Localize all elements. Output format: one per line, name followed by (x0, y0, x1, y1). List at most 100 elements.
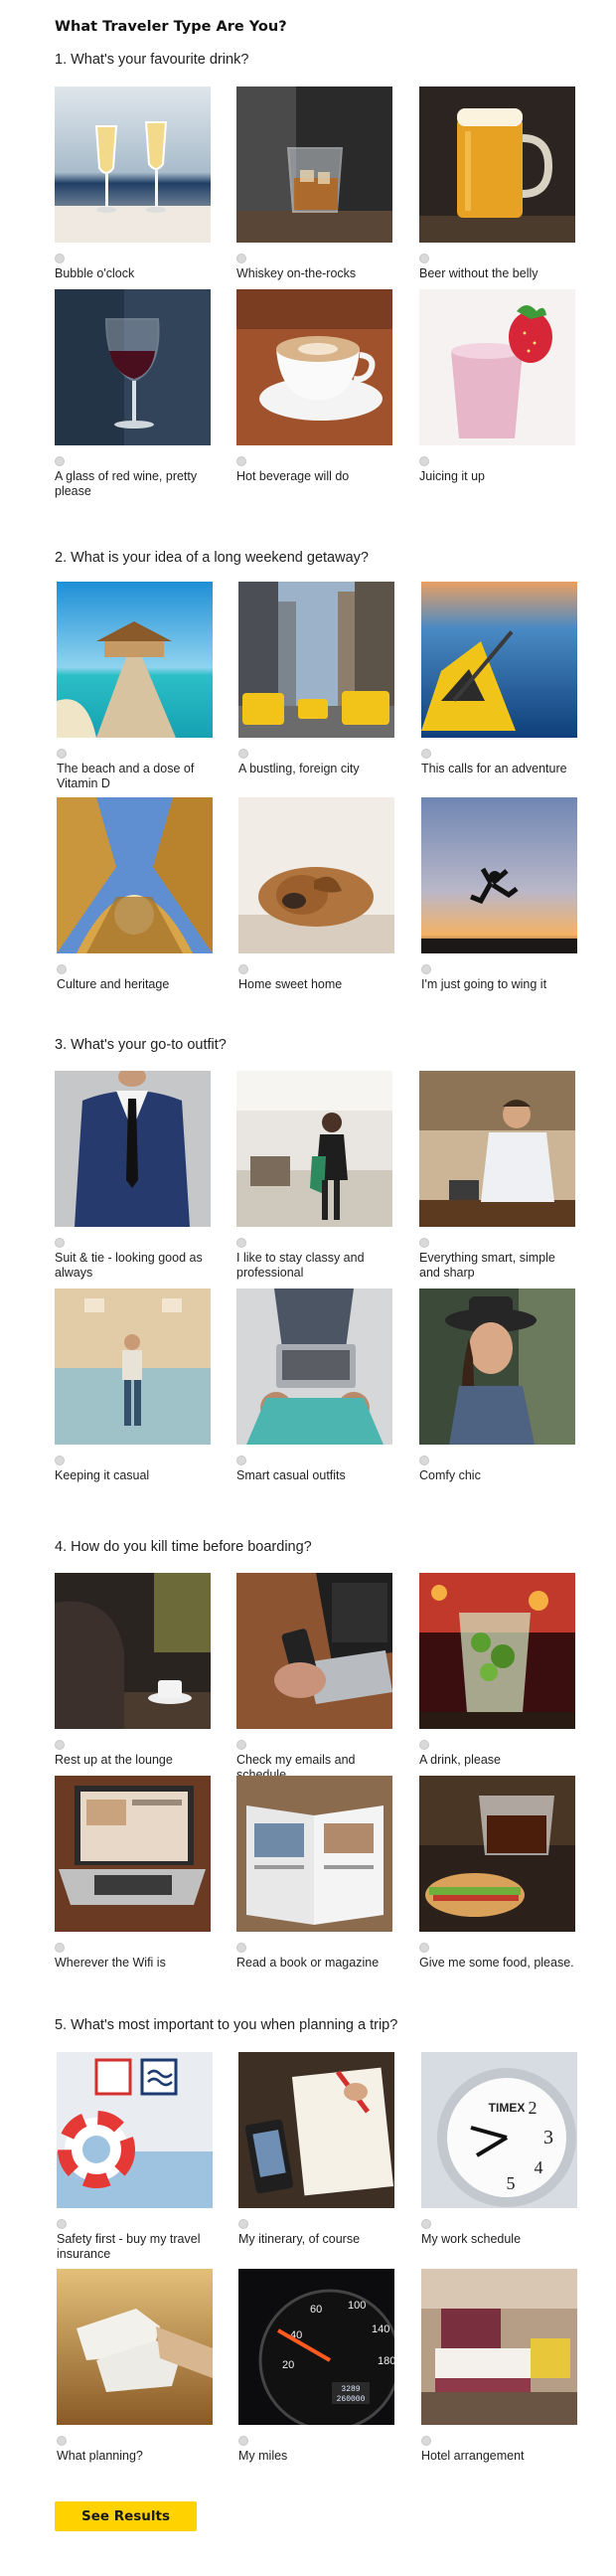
radio-itinerary[interactable] (238, 2219, 248, 2229)
radio-home[interactable] (238, 964, 248, 974)
option-safety[interactable]: Safety first - buy my travel insurance (57, 2052, 214, 2262)
svg-text:20: 20 (282, 2359, 294, 2371)
mojito-icon (419, 1573, 575, 1729)
option-hotel[interactable]: Hotel arrangement (421, 2269, 578, 2464)
question-5-title: 5. What's most important to you when pla… (55, 2017, 398, 2033)
suit-icon (55, 1071, 211, 1227)
option-label: I'm just going to wing it (421, 977, 547, 991)
radio-hot-beverage[interactable] (236, 456, 246, 466)
notebook-icon (238, 2052, 394, 2208)
radio-work[interactable] (421, 2219, 431, 2229)
option-beach[interactable]: The beach and a dose of Vitamin D (57, 582, 214, 791)
office-woman-icon (236, 1071, 392, 1227)
radio-lounge[interactable] (55, 1740, 65, 1750)
lounge-coffee-icon (55, 1573, 211, 1729)
question-2-title: 2. What is your idea of a long weekend g… (55, 550, 369, 566)
option-emails[interactable]: Check my emails and schedule (236, 1573, 393, 1783)
option-label: Hotel arrangement (421, 2449, 525, 2463)
radio-wing-it[interactable] (421, 964, 431, 974)
option-whiskey[interactable]: Whiskey on-the-rocks (236, 86, 393, 281)
sleeping-dog-icon (238, 797, 394, 953)
option-what-planning[interactable]: What planning? (57, 2269, 214, 2464)
option-home[interactable]: Home sweet home (238, 797, 395, 992)
option-smart[interactable]: Everything smart, simple and sharp (419, 1071, 576, 1281)
beer-mug-icon (419, 86, 575, 243)
svg-text:2: 2 (529, 2098, 538, 2118)
radio-bubble[interactable] (55, 254, 65, 263)
option-label: I like to stay classy and professional (236, 1251, 365, 1280)
radio-comfy[interactable] (419, 1456, 429, 1465)
radio-city[interactable] (238, 749, 248, 759)
lifebuoy-icon (57, 2052, 213, 2208)
option-label: Keeping it casual (55, 1468, 150, 1482)
question-3-title: 3. What's your go-to outfit? (55, 1037, 227, 1053)
option-hot-beverage[interactable]: Hot beverage will do (236, 289, 393, 484)
whiskey-glass-icon (236, 86, 392, 243)
smoothie-icon (419, 289, 575, 445)
option-label: Wherever the Wifi is (55, 1956, 166, 1970)
option-bubble[interactable]: Bubble o'clock (55, 86, 212, 281)
option-wine[interactable]: A glass of red wine, pretty please (55, 289, 212, 499)
hat-woman-icon (419, 1288, 575, 1445)
option-work[interactable]: TIMEX 3 4 5 2 My work schedule (421, 2052, 578, 2247)
radio-food[interactable] (419, 1943, 429, 1953)
radio-hotel[interactable] (421, 2436, 431, 2446)
option-city[interactable]: A bustling, foreign city (238, 582, 395, 776)
radio-read[interactable] (236, 1943, 246, 1953)
radio-casual[interactable] (55, 1456, 65, 1465)
radio-wine[interactable] (55, 456, 65, 466)
radio-adventure[interactable] (421, 749, 431, 759)
option-label: Juicing it up (419, 469, 486, 483)
hotel-room-icon (421, 2269, 577, 2425)
radio-juicing[interactable] (419, 456, 429, 466)
city-street-icon (238, 582, 394, 738)
option-label: Culture and heritage (57, 977, 170, 991)
radio-smart-casual[interactable] (236, 1456, 246, 1465)
option-read[interactable]: Read a book or magazine (236, 1776, 393, 1971)
option-label: Everything smart, simple and sharp (419, 1251, 555, 1280)
option-classy[interactable]: I like to stay classy and professional (236, 1071, 393, 1281)
sandwich-coffee-icon (419, 1776, 575, 1932)
radio-culture[interactable] (57, 964, 67, 974)
option-food[interactable]: Give me some food, please. (419, 1776, 576, 1971)
option-label: The beach and a dose of Vitamin D (57, 762, 195, 790)
option-label: Whiskey on-the-rocks (236, 266, 357, 280)
radio-beach[interactable] (57, 749, 67, 759)
radio-wifi[interactable] (55, 1943, 65, 1953)
laptop-icon (55, 1776, 211, 1932)
option-lounge[interactable]: Rest up at the lounge (55, 1573, 212, 1768)
clock-brand: TIMEX (489, 2101, 526, 2115)
radio-drink[interactable] (419, 1740, 429, 1750)
option-itinerary[interactable]: My itinerary, of course (238, 2052, 395, 2247)
see-results-button[interactable]: See Results (55, 2501, 197, 2531)
phone-laptop-icon (236, 1573, 392, 1729)
option-smart-casual[interactable]: Smart casual outfits (236, 1288, 393, 1483)
option-label: Read a book or magazine (236, 1956, 380, 1970)
radio-safety[interactable] (57, 2219, 67, 2229)
radio-beer[interactable] (419, 254, 429, 263)
radio-what-planning[interactable] (57, 2436, 67, 2446)
laptop-lap-icon (236, 1288, 392, 1445)
odometer-bottom: 260000 (337, 2395, 366, 2404)
radio-emails[interactable] (236, 1740, 246, 1750)
option-suit[interactable]: Suit & tie - looking good as always (55, 1071, 212, 1281)
option-adventure[interactable]: This calls for an adventure (421, 582, 578, 776)
svg-text:5: 5 (507, 2173, 516, 2193)
option-comfy[interactable]: Comfy chic (419, 1288, 576, 1483)
radio-whiskey[interactable] (236, 254, 246, 263)
option-beer[interactable]: Beer without the belly (419, 86, 576, 281)
svg-text:180: 180 (378, 2355, 394, 2367)
option-drink[interactable]: A drink, please (419, 1573, 576, 1768)
odometer-top: 3289 (341, 2385, 360, 2394)
option-casual[interactable]: Keeping it casual (55, 1288, 212, 1483)
radio-suit[interactable] (55, 1238, 65, 1248)
option-wing-it[interactable]: I'm just going to wing it (421, 797, 578, 992)
radio-smart[interactable] (419, 1238, 429, 1248)
option-wifi[interactable]: Wherever the Wifi is (55, 1776, 212, 1971)
radio-miles[interactable] (238, 2436, 248, 2446)
alarm-clock-icon: TIMEX 3 4 5 2 (421, 2052, 577, 2208)
radio-classy[interactable] (236, 1238, 246, 1248)
option-miles[interactable]: 20 40 60 100 140 180 3289 260000 My mile… (238, 2269, 395, 2464)
option-culture[interactable]: Culture and heritage (57, 797, 214, 992)
option-juicing[interactable]: Juicing it up (419, 289, 576, 484)
